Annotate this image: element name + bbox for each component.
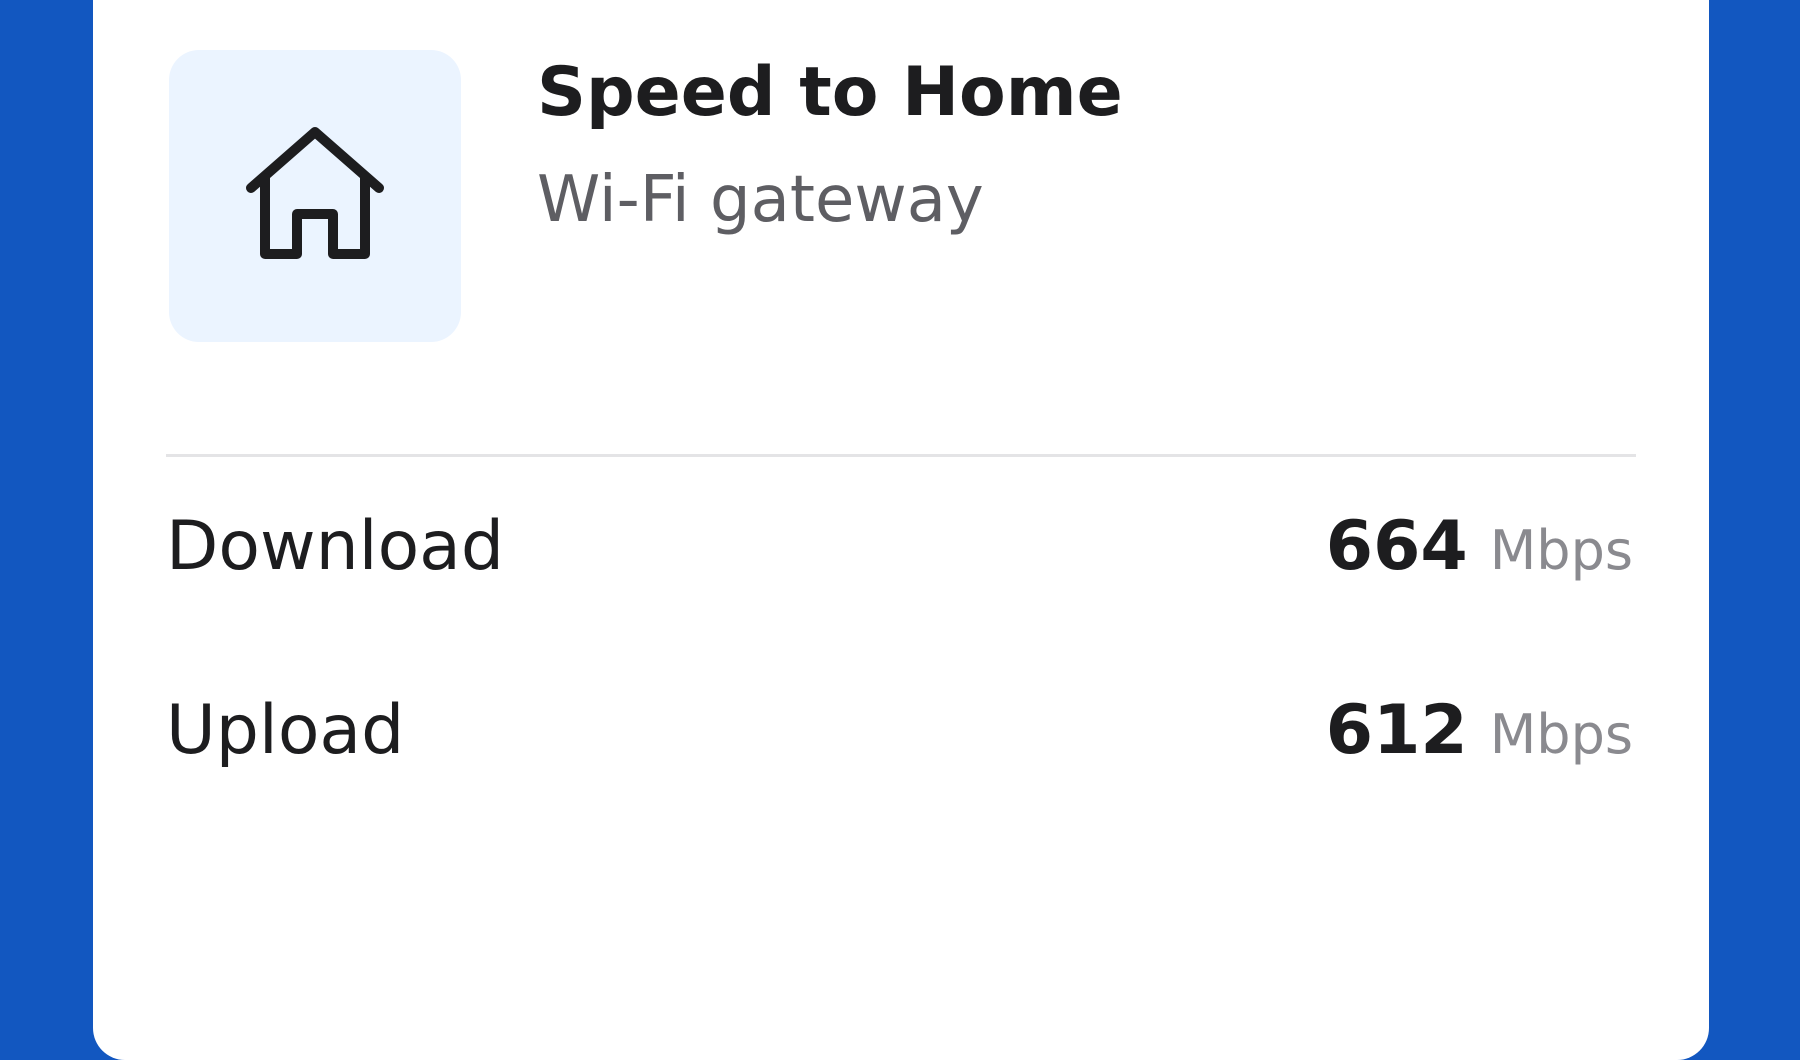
upload-speed-unit: Mbps	[1489, 703, 1633, 766]
home-icon-tile	[169, 50, 461, 342]
download-label: Download	[166, 507, 505, 586]
upload-speed-value: 612	[1325, 691, 1468, 770]
divider	[166, 454, 1636, 457]
upload-value-group: 612 Mbps	[1326, 691, 1633, 770]
speed-card: Speed to Home Wi-Fi gateway Download 664…	[93, 0, 1709, 1060]
page-title: Speed to Home	[537, 53, 1123, 132]
download-speed-unit: Mbps	[1489, 519, 1633, 582]
home-icon	[245, 126, 385, 266]
upload-label: Upload	[166, 691, 405, 770]
upload-row: Upload 612 Mbps	[166, 691, 1633, 781]
download-speed-value: 664	[1325, 507, 1468, 586]
device-subtitle: Wi-Fi gateway	[537, 163, 984, 237]
download-row: Download 664 Mbps	[166, 507, 1633, 597]
download-value-group: 664 Mbps	[1326, 507, 1633, 586]
